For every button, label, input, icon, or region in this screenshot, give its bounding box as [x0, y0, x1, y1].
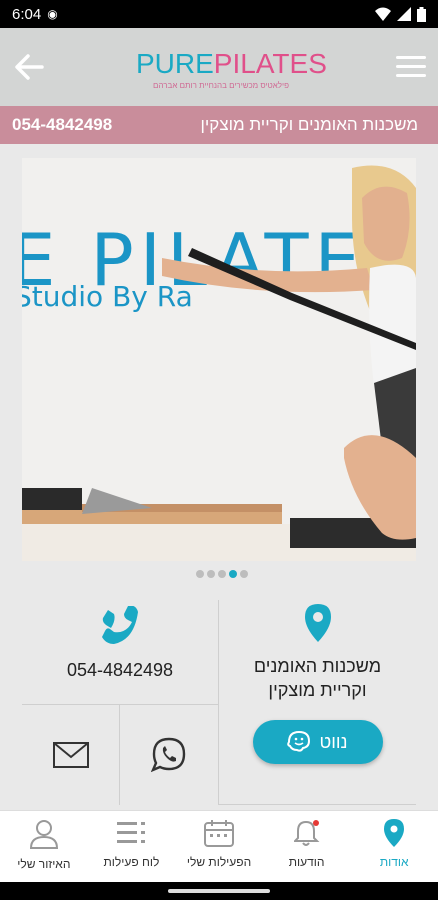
location-pin-icon — [384, 819, 405, 847]
status-time: 6:04 — [12, 5, 42, 23]
nav-label: האיזור שלי — [17, 857, 71, 871]
carousel-dot-active[interactable] — [229, 570, 237, 578]
address-line-2: וקריית מוצקין — [268, 680, 367, 700]
logo-pilates: PILATES — [213, 48, 327, 79]
system-home-bar — [0, 882, 438, 900]
email-cell[interactable] — [22, 705, 120, 805]
wifi-icon — [375, 7, 391, 21]
nav-label: אודות — [379, 855, 409, 869]
location-pin-icon — [304, 604, 331, 642]
address-line-1: משכנות האומנים — [253, 656, 382, 676]
infobar-phone[interactable]: 054-4842498 — [12, 115, 112, 135]
contact-address: משכנות האומנים וקריית מוצקין — [254, 654, 381, 702]
bottom-navigation: אודות הודעות הפעילות שלי לוח פעילות האיז… — [0, 810, 438, 882]
user-icon — [29, 820, 58, 849]
mail-icon — [52, 742, 89, 768]
calendar-icon — [204, 820, 235, 847]
carousel-dot[interactable] — [196, 570, 204, 578]
status-bar: 6:04 ◉ — [0, 0, 438, 28]
nav-item-my-activity[interactable]: הפעילות שלי — [175, 811, 263, 882]
whatsapp-cell[interactable] — [120, 705, 219, 805]
app-header: PUREPILATES פילאטיס מכשירים בהנחיית רותם… — [0, 28, 438, 106]
nav-item-schedule[interactable]: לוח פעילות — [88, 811, 176, 882]
hamburger-menu-icon[interactable] — [396, 56, 426, 78]
location-cell: משכנות האומנים וקריית מוצקין נווט — [219, 600, 416, 805]
contact-grid: 054-4842498 משכנות האומנים וקריית מוצקין… — [22, 600, 416, 805]
list-icon — [117, 822, 146, 843]
waze-button-label: נווט — [319, 731, 348, 752]
carousel-indicator — [196, 570, 248, 578]
nav-item-my-area[interactable]: האיזור שלי — [0, 811, 88, 882]
phone-icon — [102, 606, 138, 644]
bell-icon — [293, 820, 320, 846]
contact-phone-number[interactable]: 054-4842498 — [67, 660, 173, 681]
carousel-dot[interactable] — [240, 570, 248, 578]
home-gesture-handle[interactable] — [168, 889, 270, 893]
camera-notification-icon: ◉ — [47, 7, 58, 21]
phone-cell[interactable]: 054-4842498 — [22, 600, 219, 705]
nav-label: הפעילות שלי — [186, 855, 252, 869]
status-icons — [375, 6, 426, 22]
battery-icon — [417, 6, 426, 22]
back-arrow-icon[interactable] — [12, 50, 46, 84]
whatsapp-icon — [151, 737, 186, 773]
waze-icon — [287, 731, 311, 752]
logo-tagline: פילאטיס מכשירים בהנחיית רותם אברהם — [153, 81, 289, 90]
logo-pure: PURE — [136, 48, 214, 79]
carousel-dot[interactable] — [207, 570, 215, 578]
signal-icon — [397, 7, 411, 21]
nav-label: הודעות — [288, 855, 325, 869]
nav-item-about[interactable]: אודות — [350, 811, 438, 882]
infobar-location: משכנות האומנים וקריית מוצקין — [200, 115, 418, 134]
waze-navigate-button[interactable]: נווט — [252, 720, 383, 764]
carousel-dot[interactable] — [218, 570, 226, 578]
studio-info-bar: 054-4842498 משכנות האומנים וקריית מוצקין — [0, 106, 438, 144]
hero-photo — [22, 165, 416, 561]
nav-label: לוח פעילות — [103, 855, 160, 869]
app-logo: PUREPILATES פילאטיס מכשירים בהנחיית רותם… — [136, 48, 327, 90]
nav-item-messages[interactable]: הודעות — [263, 811, 351, 882]
hero-image-carousel[interactable]: E PILATES Studio By Ra — [22, 158, 416, 561]
